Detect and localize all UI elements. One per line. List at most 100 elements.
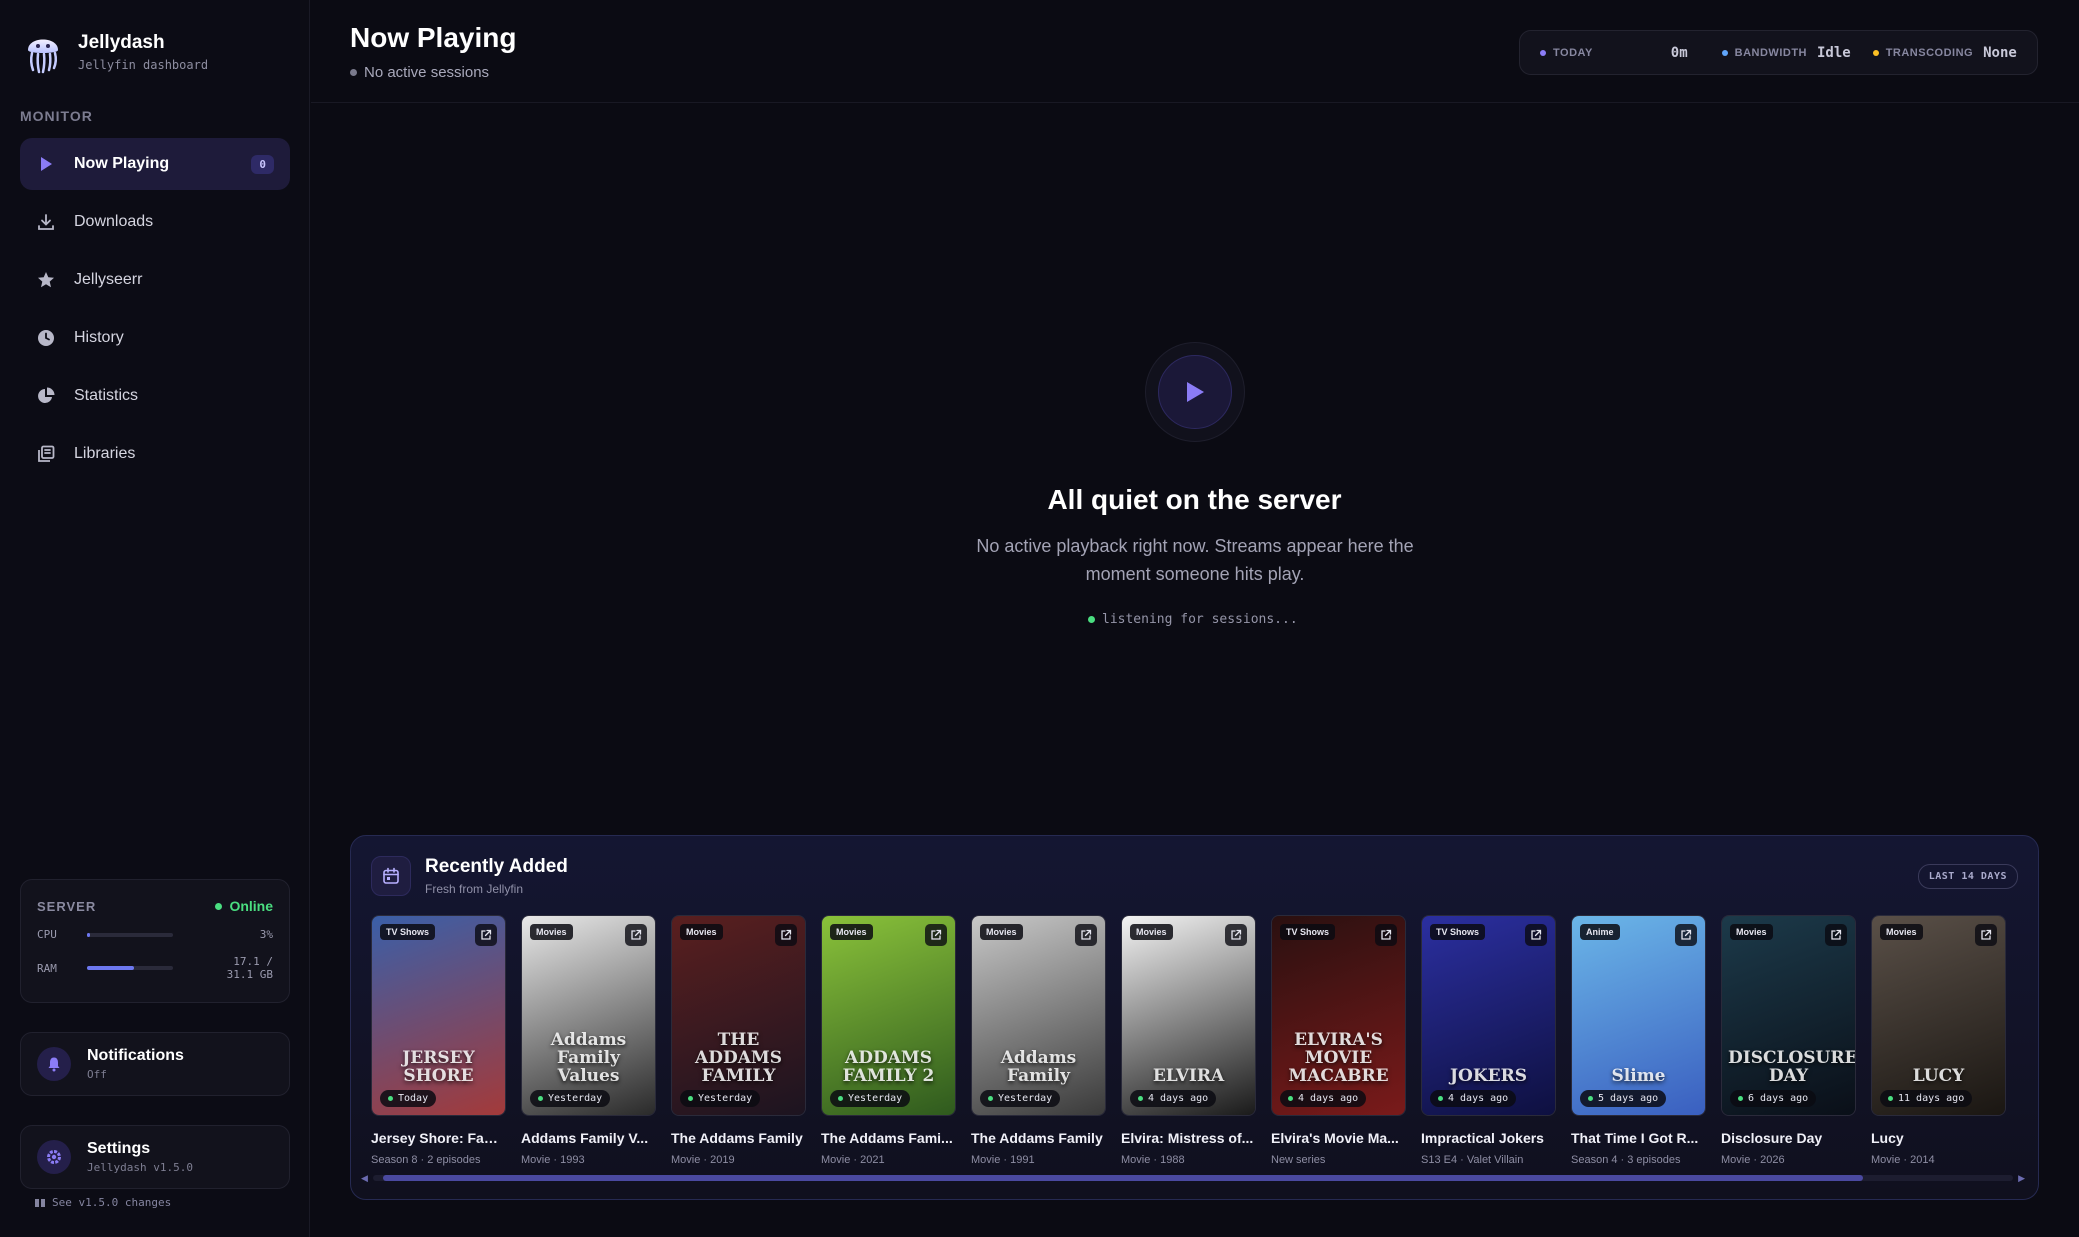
media-poster[interactable]: Addams Family Values Movies Yesterday: [521, 915, 656, 1116]
media-title: Lucy: [1871, 1130, 1904, 1146]
media-card[interactable]: Addams Family Movies Yesterday The Addam…: [971, 915, 1106, 1166]
nav-item-libraries[interactable]: Libraries: [20, 428, 290, 480]
media-poster[interactable]: LUCY Movies 11 days ago: [1871, 915, 2006, 1116]
media-card[interactable]: LUCY Movies 11 days ago Lucy Movie · 201…: [1871, 915, 2006, 1166]
media-meta: Movie · 2014: [1871, 1154, 1935, 1166]
nav-item-statistics[interactable]: Statistics: [20, 370, 290, 422]
scroll-left-icon[interactable]: ◀: [361, 1173, 368, 1184]
poster-title-art: ELVIRA: [1152, 1066, 1225, 1086]
poster-title-art: JOKERS: [1450, 1066, 1527, 1086]
calendar-icon: [371, 856, 411, 896]
external-link-icon[interactable]: [1375, 924, 1397, 946]
settings-title: Settings: [87, 1140, 151, 1157]
nav-section-label: MONITOR: [20, 108, 93, 124]
play-icon: [1158, 355, 1232, 429]
media-card[interactable]: ELVIRA Movies 4 days ago Elvira: Mistres…: [1121, 915, 1256, 1166]
added-time-badge: 6 days ago: [1730, 1090, 1817, 1107]
media-poster[interactable]: THE ADDAMS FAMILY Movies Yesterday: [671, 915, 806, 1116]
changelog-link[interactable]: See v1.5.0 changes: [34, 1196, 171, 1209]
media-meta: Movie · 1993: [521, 1154, 585, 1166]
media-poster[interactable]: ADDAMS FAMILY 2 Movies Yesterday: [821, 915, 956, 1116]
poster-title-art: ADDAMS FAMILY 2: [842, 1048, 935, 1086]
media-card[interactable]: Slime Anime 5 days ago That Time I Got R…: [1571, 915, 1706, 1166]
header-divider: [311, 102, 2079, 103]
media-type-badge: Anime: [1580, 924, 1620, 940]
external-link-icon[interactable]: [1525, 924, 1547, 946]
added-time-badge: 11 days ago: [1880, 1090, 1973, 1107]
external-link-icon[interactable]: [1675, 924, 1697, 946]
scrollbar-thumb[interactable]: [383, 1175, 1863, 1181]
ram-metric: RAM 17.1 / 31.1 GB: [37, 955, 273, 981]
media-meta: New series: [1271, 1154, 1326, 1166]
media-poster[interactable]: Slime Anime 5 days ago: [1571, 915, 1706, 1116]
nav-item-label: Now Playing: [74, 155, 170, 172]
media-card[interactable]: JERSEY SHORE TV Shows Today Jersey Shore…: [371, 915, 506, 1166]
date-range-badge[interactable]: LAST 14 DAYS: [1917, 864, 2018, 889]
scroll-right-icon[interactable]: ▶: [2018, 1173, 2025, 1184]
added-time-badge: 4 days ago: [1130, 1090, 1217, 1107]
media-poster[interactable]: Addams Family Movies Yesterday: [971, 915, 1106, 1116]
nav-item-label: Statistics: [74, 387, 139, 404]
media-poster[interactable]: DISCLOSURE DAY Movies 6 days ago: [1721, 915, 1856, 1116]
media-title: Elvira's Movie Ma...: [1271, 1130, 1399, 1146]
nav-item-downloads[interactable]: Downloads: [20, 196, 290, 248]
clock-icon: [36, 328, 56, 348]
media-card[interactable]: THE ADDAMS FAMILY Movies Yesterday The A…: [671, 915, 806, 1166]
external-link-icon[interactable]: [1825, 924, 1847, 946]
cpu-usage-bar: [87, 932, 173, 937]
pie-chart-icon: [36, 386, 56, 406]
nav-item-now-playing[interactable]: Now Playing 0: [20, 138, 290, 190]
external-link-icon[interactable]: [925, 924, 947, 946]
server-online-status: Online: [215, 898, 273, 914]
book-icon: [35, 1198, 45, 1207]
nav-item-label: Downloads: [74, 213, 154, 230]
notifications-card[interactable]: Notifications Off: [20, 1032, 290, 1096]
poster-title-art: Addams Family Values: [550, 1030, 627, 1086]
media-card[interactable]: Addams Family Values Movies Yesterday Ad…: [521, 915, 656, 1166]
poster-title-art: Addams Family: [1000, 1048, 1077, 1086]
media-meta: Movie · 2021: [821, 1154, 885, 1166]
media-title: Impractical Jokers: [1421, 1130, 1544, 1146]
poster-title-art: JERSEY SHORE: [402, 1048, 475, 1086]
added-time-badge: Yesterday: [980, 1090, 1061, 1107]
external-link-icon[interactable]: [775, 924, 797, 946]
media-poster[interactable]: ELVIRA Movies 4 days ago: [1121, 915, 1256, 1116]
media-type-badge: Movies: [830, 924, 873, 940]
external-link-icon[interactable]: [625, 924, 647, 946]
notifications-status: Off: [87, 1068, 107, 1081]
nav-item-jellyseerr[interactable]: Jellyseerr: [20, 254, 290, 306]
media-title: Addams Family V...: [521, 1130, 649, 1146]
header-stats: TODAY 0m BANDWIDTH Idle TRANSCODING None: [1519, 30, 2038, 75]
now-playing-count-badge: 0: [251, 154, 274, 174]
recently-added-title: Recently Added: [425, 856, 568, 877]
stat-bandwidth-value: Idle: [1816, 44, 1851, 61]
media-meta: Movie · 2019: [671, 1154, 735, 1166]
media-card[interactable]: ELVIRA'S MOVIE MACABRE TV Shows 4 days a…: [1271, 915, 1406, 1166]
media-type-badge: Movies: [680, 924, 723, 940]
media-card[interactable]: DISCLOSURE DAY Movies 6 days ago Disclos…: [1721, 915, 1856, 1166]
media-poster[interactable]: JOKERS TV Shows 4 days ago: [1421, 915, 1556, 1116]
external-link-icon[interactable]: [1075, 924, 1097, 946]
media-poster[interactable]: JERSEY SHORE TV Shows Today: [371, 915, 506, 1116]
media-title: Disclosure Day: [1721, 1130, 1823, 1146]
media-type-badge: Movies: [980, 924, 1023, 940]
external-link-icon[interactable]: [475, 924, 497, 946]
media-card[interactable]: JOKERS TV Shows 4 days ago Impractical J…: [1421, 915, 1556, 1166]
horizontal-scrollbar[interactable]: ◀ ▶: [361, 1173, 2025, 1183]
media-card[interactable]: ADDAMS FAMILY 2 Movies Yesterday The Add…: [821, 915, 956, 1166]
media-meta: Season 4 · 3 episodes: [1571, 1154, 1681, 1166]
brand-subtitle: Jellyfin dashboard: [78, 58, 209, 72]
brand[interactable]: Jellydash Jellyfin dashboard: [24, 30, 208, 74]
recent-media-list: JERSEY SHORE TV Shows Today Jersey Shore…: [371, 915, 2021, 1166]
media-poster[interactable]: ELVIRA'S MOVIE MACABRE TV Shows 4 days a…: [1271, 915, 1406, 1116]
media-meta: S13 E4 · Valet Villain: [1421, 1154, 1524, 1166]
poster-title-art: ELVIRA'S MOVIE MACABRE: [1288, 1030, 1389, 1086]
star-icon: [36, 270, 56, 290]
added-time-badge: 4 days ago: [1280, 1090, 1367, 1107]
nav-item-history[interactable]: History: [20, 312, 290, 364]
settings-card[interactable]: Settings Jellydash v1.5.0: [20, 1125, 290, 1189]
added-time-badge: Yesterday: [530, 1090, 611, 1107]
bell-icon: [37, 1047, 71, 1081]
external-link-icon[interactable]: [1975, 924, 1997, 946]
external-link-icon[interactable]: [1225, 924, 1247, 946]
